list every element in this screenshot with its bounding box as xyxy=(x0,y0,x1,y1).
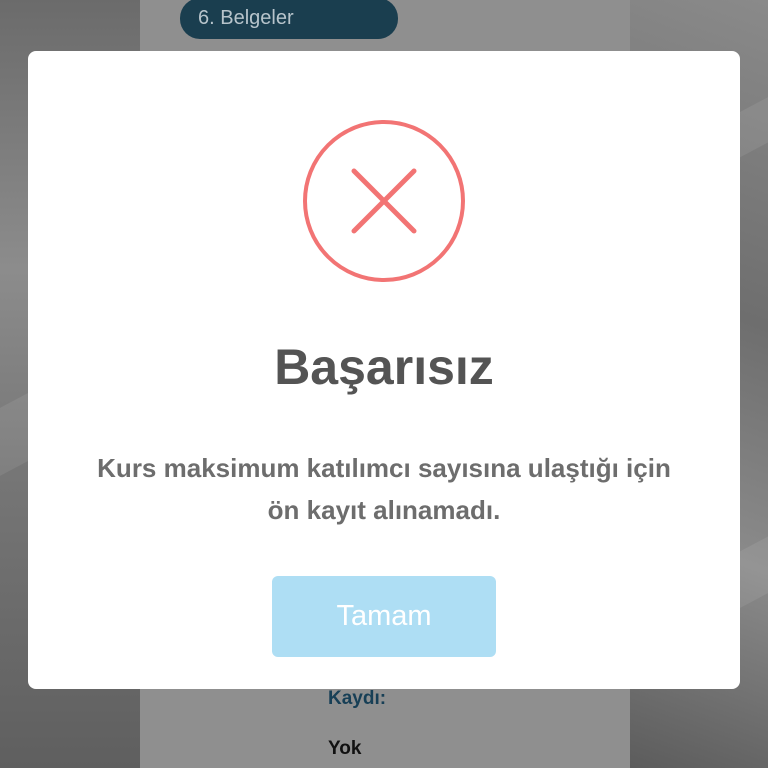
dialog-message-line: ön kayıt alınamadı. xyxy=(267,495,501,525)
dialog-message-line: Kurs maksimum katılımcı sayısına ulaştığ… xyxy=(97,453,671,483)
step-tab-label: 6. Belgeler xyxy=(198,7,294,29)
confirm-button[interactable]: Tamam xyxy=(272,576,496,657)
screen: 6. Belgeler Kaydı: Yok Başarısız Kurs ma… xyxy=(0,0,768,768)
dialog-message: Kurs maksimum katılımcı sayısına ulaştığ… xyxy=(48,447,720,531)
error-dialog: Başarısız Kurs maksimum katılımcı sayısı… xyxy=(28,51,740,689)
field-label: Kaydı: xyxy=(328,688,387,709)
dialog-title: Başarısız xyxy=(274,339,494,395)
field-value: Yok xyxy=(328,738,362,759)
step-tab-documents[interactable]: 6. Belgeler xyxy=(180,0,398,39)
error-x-circle-icon xyxy=(303,120,465,282)
